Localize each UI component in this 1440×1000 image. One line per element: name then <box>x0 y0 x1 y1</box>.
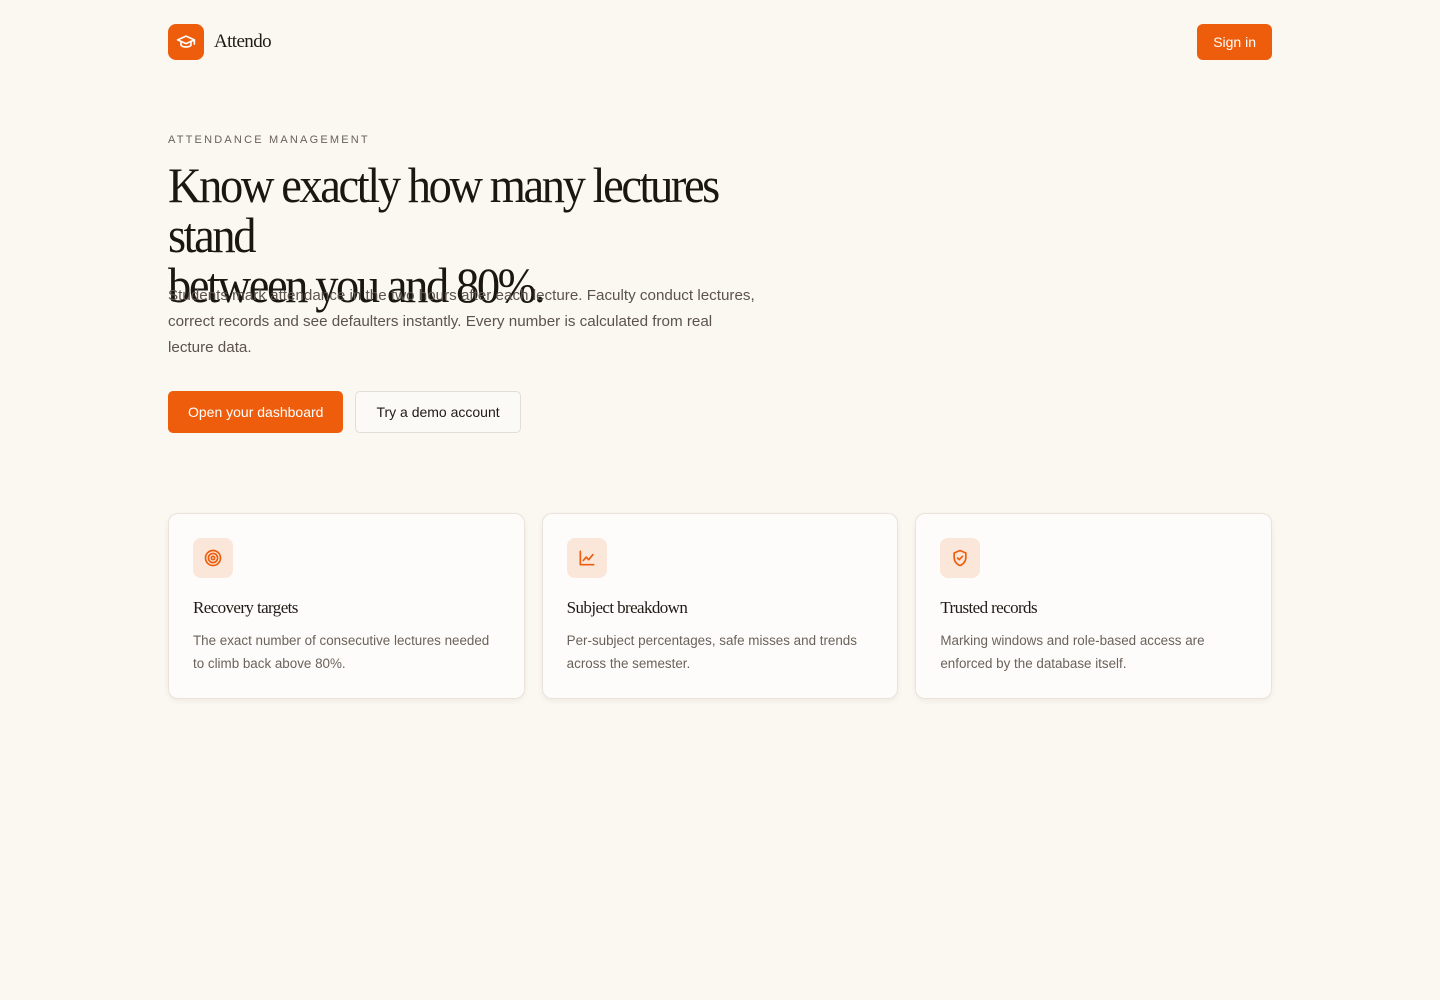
target-icon <box>193 538 233 578</box>
demo-account-button[interactable]: Try a demo account <box>355 391 521 433</box>
hero-description: Students mark attendance in the two hour… <box>168 287 755 356</box>
feature-description: Marking windows and role-based access ar… <box>940 633 1205 671</box>
headline-line-1: Know exactly how many lectures stand <box>168 157 720 263</box>
brand-name: Attendo <box>214 31 272 52</box>
feature-title: Subject breakdown <box>566 598 688 617</box>
feature-description: Per-subject percentages, safe misses and… <box>566 633 857 671</box>
feature-cards: Recovery targets The exact number of con… <box>168 513 1273 699</box>
feature-title: Trusted records <box>940 598 1037 617</box>
line-chart-icon <box>566 538 607 578</box>
feature-card-recovery-targets: Recovery targets The exact number of con… <box>168 513 525 699</box>
feature-card-subject-breakdown: Subject breakdown Per-subject percentage… <box>541 513 899 699</box>
site-header: Attendo Sign in <box>168 24 1272 60</box>
eyebrow-label: ATTENDANCE MANAGEMENT <box>168 134 370 146</box>
feature-card-trusted-records: Trusted records Marking windows and role… <box>915 513 1273 699</box>
graduation-cap-icon <box>168 24 204 60</box>
feature-description: The exact number of consecutive lectures… <box>193 633 490 671</box>
open-dashboard-button[interactable]: Open your dashboard <box>168 391 344 433</box>
shield-check-icon <box>940 538 981 578</box>
landing-page: Attendo Sign in ATTENDANCE MANAGEMENT Kn… <box>0 0 1440 1000</box>
sign-in-button[interactable]: Sign in <box>1197 24 1272 60</box>
feature-title: Recovery targets <box>193 598 298 617</box>
brand[interactable]: Attendo <box>168 24 272 60</box>
cta-group: Open your dashboard Try a demo account <box>168 391 521 433</box>
